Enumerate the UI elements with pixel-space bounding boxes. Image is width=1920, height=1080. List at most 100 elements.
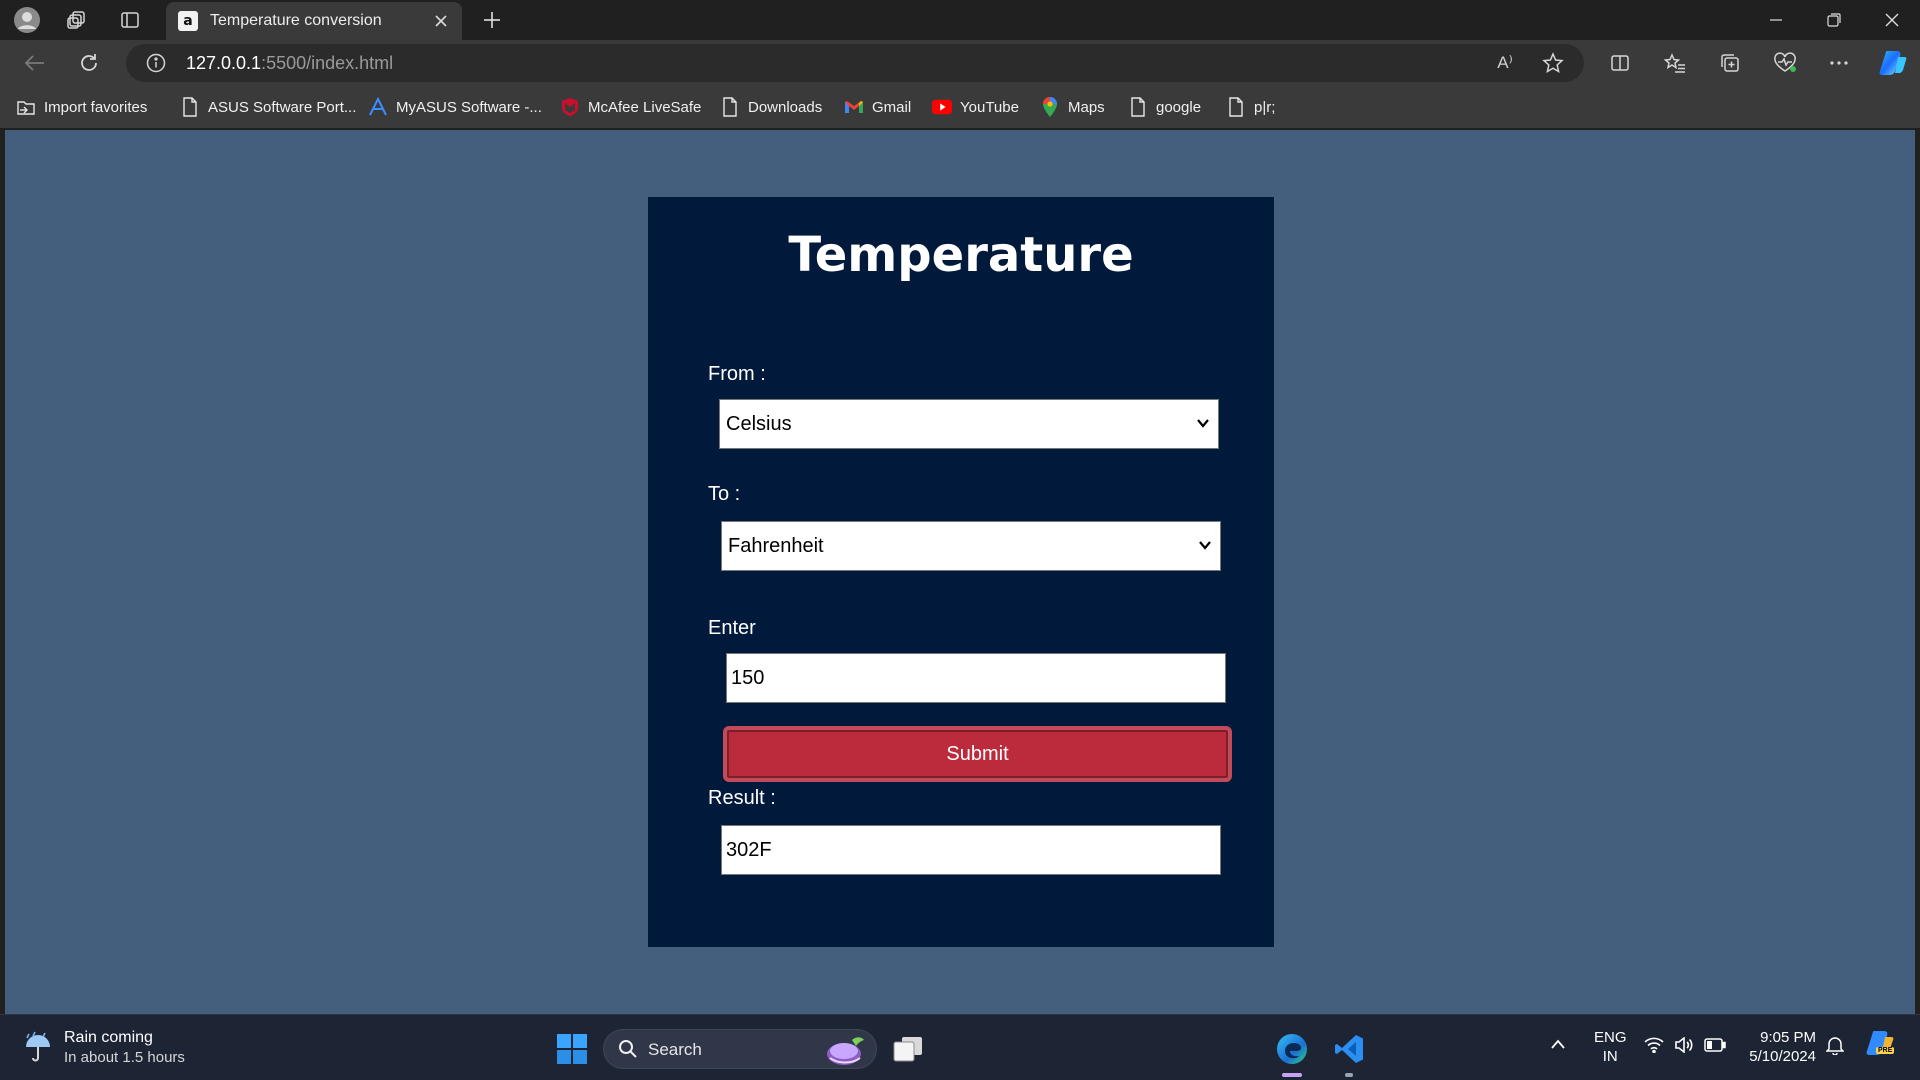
favorite-myasus-software[interactable]: MyASUS Software -... <box>368 96 542 118</box>
favorite-plr[interactable]: p|r; <box>1226 96 1275 118</box>
more-options-icon[interactable] <box>1822 47 1856 79</box>
result-value: 302F <box>726 838 772 861</box>
chevron-down-icon <box>1199 541 1211 550</box>
split-screen-icon[interactable] <box>1603 47 1637 79</box>
copilot-pre-badge: PRE <box>1876 1047 1895 1054</box>
favorite-maps[interactable]: Maps <box>1040 96 1105 118</box>
windows-taskbar: Rain coming In about 1.5 hours Search EN… <box>0 1014 1920 1080</box>
wifi-icon[interactable] <box>1644 1037 1664 1057</box>
umbrella-rain-icon <box>22 1031 54 1068</box>
page-viewport: Temperature From : Celsius To : Fahrenhe… <box>5 130 1915 1014</box>
windows-start-icon[interactable] <box>550 1027 594 1071</box>
url-host: 127.0.0.1 <box>186 53 262 73</box>
favorite-import-favorites[interactable]: Import favorites <box>16 96 147 118</box>
tab-close-icon[interactable] <box>430 10 452 32</box>
profile-avatar-icon[interactable] <box>12 6 42 34</box>
minimize-icon[interactable] <box>1748 0 1804 40</box>
address-bar[interactable]: 127.0.0.1:5500/index.html A⁾ <box>126 44 1584 82</box>
from-select[interactable]: Celsius <box>719 399 1219 449</box>
language-bottom: IN <box>1602 1048 1618 1065</box>
to-label: To : <box>708 483 741 505</box>
browser-tab-active[interactable]: a Temperature conversion <box>166 2 462 40</box>
page-icon <box>720 97 740 117</box>
page-icon <box>1226 97 1246 117</box>
search-highlight-icon <box>824 1032 868 1073</box>
edge-browser-icon[interactable] <box>1270 1027 1314 1071</box>
copilot-icon[interactable] <box>1876 47 1910 79</box>
to-select-value: Fahrenheit <box>728 534 824 557</box>
result-label: Result : <box>708 787 776 809</box>
edge-active-indicator <box>1282 1073 1302 1077</box>
gmail-icon <box>844 97 864 117</box>
refresh-icon[interactable] <box>72 47 106 79</box>
read-aloud-icon[interactable]: A⁾ <box>1492 51 1518 75</box>
converter-card: Temperature From : Celsius To : Fahrenhe… <box>648 197 1274 947</box>
restore-icon[interactable] <box>1806 0 1862 40</box>
vscode-running-indicator <box>1345 1073 1353 1077</box>
favorite-mcafee-livesafe[interactable]: McAfee LiveSafe <box>560 96 701 118</box>
page-icon <box>1128 97 1148 117</box>
browser-title-bar: a Temperature conversion <box>0 0 1920 40</box>
page-icon <box>180 97 200 117</box>
favorite-star-icon[interactable] <box>1540 51 1566 75</box>
favorite-google[interactable]: google <box>1128 96 1201 118</box>
collections-icon[interactable] <box>1713 47 1747 79</box>
maps-icon <box>1040 97 1060 117</box>
favorite-gmail[interactable]: Gmail <box>844 96 911 118</box>
vscode-icon[interactable] <box>1327 1027 1371 1071</box>
language-top: ENG <box>1594 1029 1627 1046</box>
favorite-label: MyASUS Software -... <box>396 98 542 116</box>
favorite-label: YouTube <box>960 98 1019 116</box>
chevron-down-icon <box>1197 419 1209 428</box>
weather-title: Rain coming <box>64 1029 153 1046</box>
back-arrow-icon[interactable] <box>18 47 52 79</box>
taskbar-search[interactable]: Search <box>603 1029 877 1069</box>
new-tab-button[interactable] <box>478 6 506 34</box>
favorites-bar: Import favorites ASUS Software Port... M… <box>0 86 1920 128</box>
weather-subtitle: In about 1.5 hours <box>64 1049 185 1066</box>
youtube-icon <box>932 97 952 117</box>
to-select[interactable]: Fahrenheit <box>721 521 1221 571</box>
myasus-icon <box>368 97 388 117</box>
page-title: Temperature <box>788 227 1134 283</box>
enter-label: Enter <box>708 617 756 639</box>
favorite-downloads[interactable]: Downloads <box>720 96 822 118</box>
volume-icon[interactable] <box>1674 1036 1694 1057</box>
copilot-taskbar-icon[interactable]: PRE <box>1864 1029 1896 1063</box>
import-icon <box>16 97 36 117</box>
favorite-label: McAfee LiveSafe <box>588 98 702 116</box>
search-icon <box>618 1039 638 1064</box>
from-select-value: Celsius <box>726 412 792 435</box>
favorite-label: ASUS Software Port... <box>208 98 357 116</box>
tab-favicon-icon: a <box>178 11 198 31</box>
browser-essentials-icon[interactable] <box>1768 47 1802 79</box>
close-window-icon[interactable] <box>1864 0 1920 40</box>
favorite-label: Maps <box>1068 98 1105 116</box>
result-field[interactable]: 302F <box>721 825 1221 875</box>
weather-widget[interactable]: Rain coming In about 1.5 hours <box>22 1029 185 1068</box>
favorite-label: google <box>1156 98 1202 116</box>
battery-icon[interactable] <box>1704 1038 1726 1056</box>
workspaces-icon[interactable] <box>62 6 92 34</box>
favorite-label: Downloads <box>748 98 823 116</box>
notification-bell-icon[interactable] <box>1825 1035 1845 1059</box>
tab-title: Temperature conversion <box>210 12 382 29</box>
search-placeholder: Search <box>648 1040 702 1059</box>
favorite-label: Import favorites <box>44 98 148 116</box>
task-view-icon[interactable] <box>886 1027 930 1071</box>
clock-date: 5/10/2024 <box>1749 1048 1816 1065</box>
favorite-youtube[interactable]: YouTube <box>932 96 1019 118</box>
language-indicator[interactable]: ENG IN <box>1594 1028 1627 1066</box>
temperature-input-value: 150 <box>731 666 765 689</box>
site-info-icon[interactable] <box>146 53 166 73</box>
url-text[interactable]: 127.0.0.1:5500/index.html <box>186 53 393 74</box>
favorites-list-icon[interactable] <box>1658 47 1692 79</box>
submit-button[interactable]: Submit <box>723 726 1232 782</box>
show-hidden-icons-chevron-icon[interactable] <box>1550 1037 1566 1054</box>
clock-time: 9:05 PM <box>1760 1029 1816 1046</box>
vertical-tabs-icon[interactable] <box>115 6 145 34</box>
favorite-asus-software-portal[interactable]: ASUS Software Port... <box>180 96 356 118</box>
clock[interactable]: 9:05 PM 5/10/2024 <box>1744 1028 1816 1066</box>
favorite-label: Gmail <box>872 98 912 116</box>
temperature-input[interactable]: 150 <box>726 653 1226 703</box>
